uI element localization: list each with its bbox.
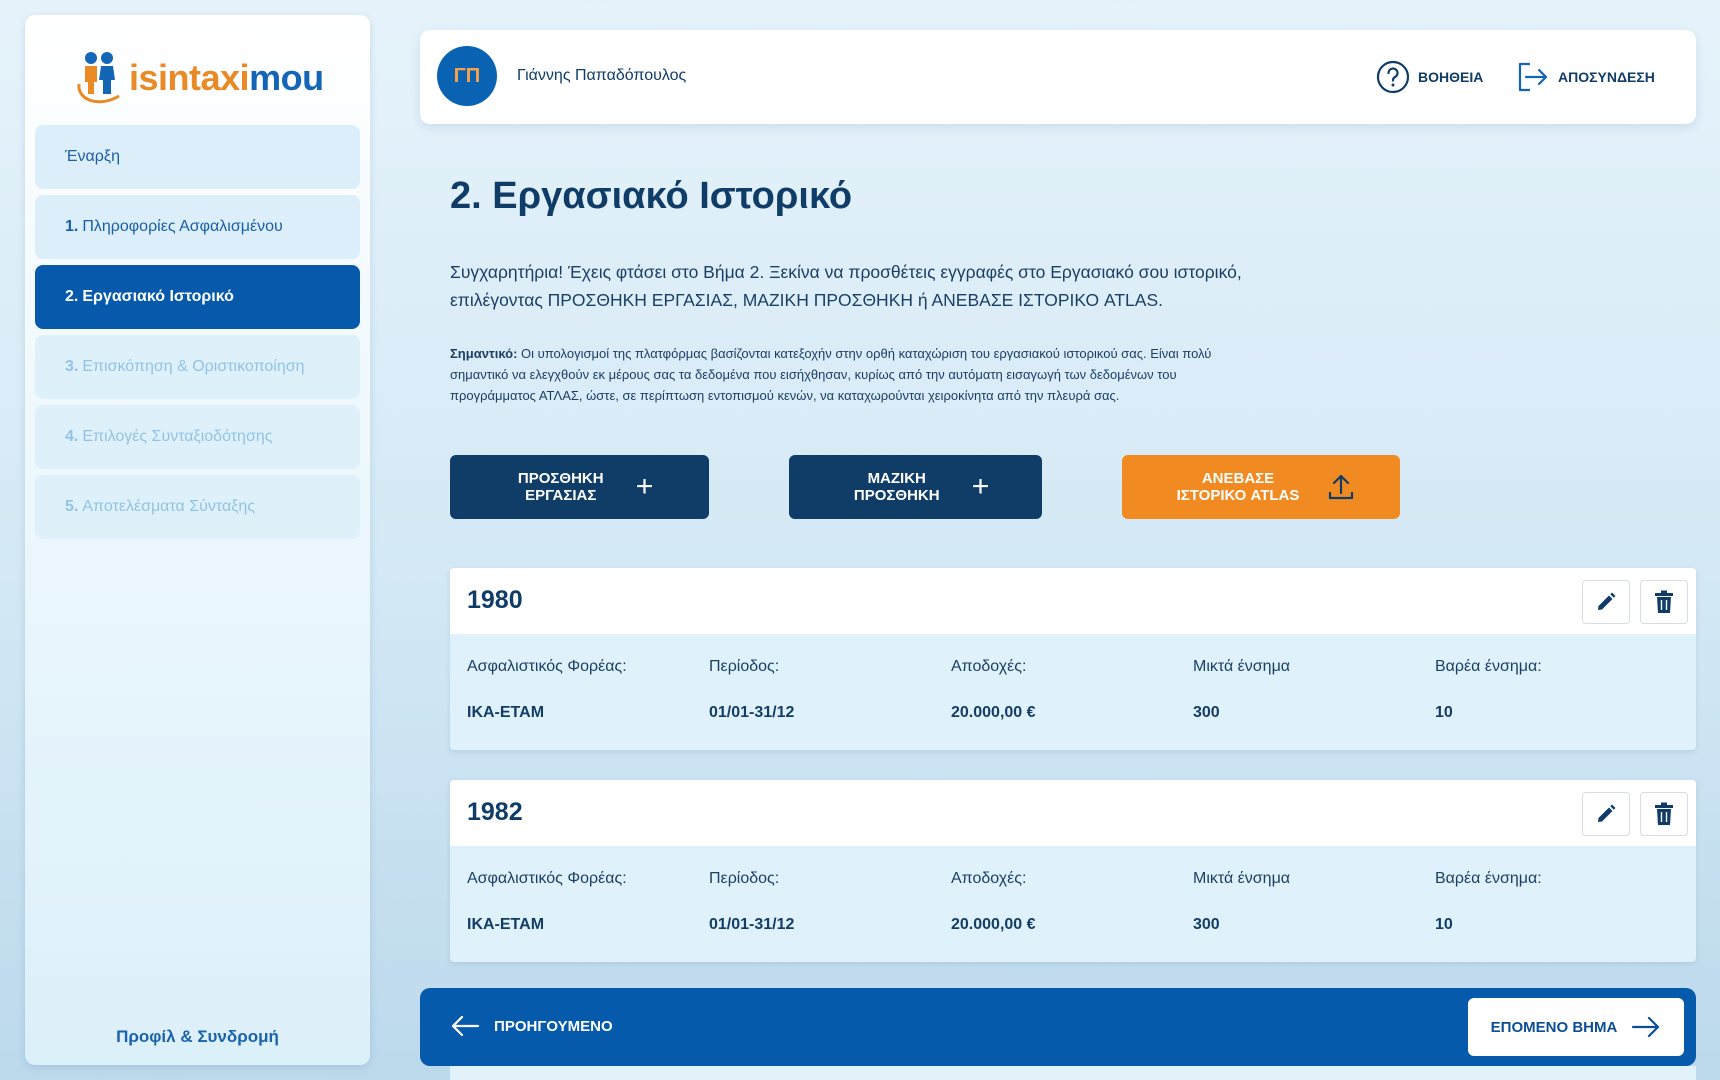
edit-record-button[interactable] <box>1582 580 1630 624</box>
bulk-add-label: ΜΑΖΙΚΗ ΠΡΟΣΘΗΚΗ <box>853 470 940 504</box>
sidebar-item-label: Εργασιακό Ιστορικό <box>82 288 234 305</box>
work-record-card: 1982 Ασφαλιστικός Φορέας: Περίοδος: Αποδ… <box>450 780 1696 962</box>
sidebar-item-work-history[interactable]: 2. Εργασιακό Ιστορικό <box>35 265 360 329</box>
logo[interactable]: isintaximou <box>75 43 335 113</box>
sidebar-item-label: Έναρξη <box>65 148 120 165</box>
sidebar-item-label: Επιλογές Συνταξιοδότησης <box>82 428 273 445</box>
record-year: 1982 <box>467 798 523 826</box>
add-work-button[interactable]: ΠΡΟΣΘΗΚΗ ΕΡΓΑΣΙΑΣ + <box>450 455 709 519</box>
plus-icon: + <box>971 470 990 503</box>
edit-record-button[interactable] <box>1582 792 1630 836</box>
add-work-label: ΠΡΟΣΘΗΚΗ ΕΡΓΑΣΙΑΣ <box>517 470 604 504</box>
logo-text-a: isintaxi <box>129 57 250 98</box>
mixed-stamps-value: 300 <box>1193 916 1220 933</box>
arrow-left-icon <box>451 1015 480 1037</box>
help-label: ΒΟΗΘΕΙΑ <box>1418 69 1484 85</box>
earnings-label: Αποδοχές: <box>951 658 1027 675</box>
previous-label: ΠΡΟΗΓΟΥΜΕΝΟ <box>494 1017 613 1035</box>
sidebar-item-pension-results[interactable]: 5. Αποτελέσματα Σύνταξης <box>35 475 360 539</box>
earnings-value: 20.000,00 € <box>951 916 1036 933</box>
avatar[interactable]: ΓΠ <box>437 46 497 106</box>
sidebar: isintaximou Έναρξη 1. Πληροφορίες Ασφαλι… <box>25 15 370 1065</box>
upload-atlas-button[interactable]: ΑΝΕΒΑΣΕ ΙΣΤΟΡΙΚΟ ATLAS <box>1122 455 1400 519</box>
bottom-nav-bar: ΠΡΟΗΓΟΥΜΕΝΟ ΕΠΟΜΕΝΟ ΒΗΜΑ <box>420 988 1696 1066</box>
delete-record-button[interactable] <box>1640 580 1688 624</box>
heavy-stamps-label: Βαρέα ένσημα: <box>1435 658 1542 675</box>
logo-text-b: mou <box>249 57 324 98</box>
sidebar-item-insured-info[interactable]: 1. Πληροφορίες Ασφαλισμένου <box>35 195 360 259</box>
sidebar-item-label: Πληροφορίες Ασφαλισμένου <box>82 218 283 235</box>
logout-button[interactable]: ΑΠΟΣΥΝΔΕΣΗ <box>1516 60 1655 94</box>
intro-text: Συγχαρητήρια! Έχεις φτάσει στο Βήμα 2. Ξ… <box>450 262 1242 310</box>
profile-subscription-link[interactable]: Προφίλ & Συνδρομή <box>25 1027 370 1047</box>
heavy-stamps-value: 10 <box>1435 704 1453 721</box>
record-header: 1982 <box>450 780 1696 846</box>
next-step-button[interactable]: ΕΠΟΜΕΝΟ ΒΗΜΑ <box>1468 998 1684 1056</box>
fund-label: Ασφαλιστικός Φορέας: <box>467 870 627 887</box>
mixed-stamps-label: Μικτά ένσημα <box>1193 870 1291 887</box>
plus-icon: + <box>635 470 654 503</box>
record-header: 1980 <box>450 568 1696 634</box>
top-header: ΓΠ Γιάννης Παπαδόπουλος ΒΟΗΘΕΙΑ ΑΠΟΣΥΝΔΕ… <box>420 30 1696 124</box>
sidebar-item-label: Αποτελέσματα Σύνταξης <box>82 498 255 515</box>
mixed-stamps-value: 300 <box>1193 704 1220 721</box>
pencil-icon <box>1598 592 1616 610</box>
upload-atlas-label: ΑΝΕΒΑΣΕ ΙΣΤΟΡΙΚΟ ATLAS <box>1176 470 1300 504</box>
page-title: 2. Εργασιακό Ιστορικό <box>450 175 853 217</box>
next-label: ΕΠΟΜΕΝΟ ΒΗΜΑ <box>1490 1018 1618 1036</box>
fund-value: ΙΚΑ-ΕΤΑΜ <box>467 916 545 933</box>
family-logo-icon <box>77 52 120 104</box>
earnings-value: 20.000,00 € <box>951 704 1036 721</box>
heavy-stamps-value: 10 <box>1435 916 1453 933</box>
record-year: 1980 <box>467 586 523 614</box>
logo-text: isintaximou <box>129 57 324 99</box>
sidebar-item-number: 2. <box>65 288 79 305</box>
period-value: 01/01-31/12 <box>709 704 795 721</box>
earnings-label: Αποδοχές: <box>951 870 1027 887</box>
upload-icon <box>1328 474 1354 500</box>
mixed-stamps-label: Μικτά ένσημα <box>1193 658 1291 675</box>
previous-button[interactable]: ΠΡΟΗΓΟΥΜΕΝΟ <box>450 1014 613 1038</box>
sidebar-item-review[interactable]: 3. Επισκόπηση & Οριστικοποίηση <box>35 335 360 399</box>
logout-icon <box>1518 62 1548 92</box>
trash-icon <box>1655 802 1673 825</box>
sidebar-item-number: 3. <box>65 358 79 375</box>
trash-icon <box>1655 590 1673 613</box>
pencil-icon <box>1598 804 1616 822</box>
steps-nav: Έναρξη 1. Πληροφορίες Ασφαλισμένου 2. Ερ… <box>35 125 360 545</box>
delete-record-button[interactable] <box>1640 792 1688 836</box>
next-record-card-peek <box>450 1066 1696 1080</box>
arrow-right-icon <box>1632 1016 1660 1038</box>
user-name: Γιάννης Παπαδόπουλος <box>517 67 687 84</box>
note-label: Σημαντικό: <box>450 346 518 361</box>
logout-label: ΑΠΟΣΥΝΔΕΣΗ <box>1558 69 1655 85</box>
sidebar-item-label: Επισκόπηση & Οριστικοποίηση <box>82 358 305 375</box>
sidebar-item-number: 1. <box>65 218 79 235</box>
period-value: 01/01-31/12 <box>709 916 795 933</box>
fund-value: ΙΚΑ-ΕΤΑΜ <box>467 704 545 721</box>
bulk-add-button[interactable]: ΜΑΖΙΚΗ ΠΡΟΣΘΗΚΗ + <box>789 455 1042 519</box>
work-record-card: 1980 Ασφαλιστικός Φορέας: Περίοδος: Αποδ… <box>450 568 1696 750</box>
period-label: Περίοδος: <box>709 658 780 675</box>
note-text: Οι υπολογισμοί της πλατφόρμας βασίζονται… <box>450 346 1212 403</box>
important-note: Σημαντικό: Οι υπολογισμοί της πλατφόρμας… <box>450 343 1250 406</box>
period-label: Περίοδος: <box>709 870 780 887</box>
sidebar-item-number: 5. <box>65 498 79 515</box>
sidebar-item-number: 4. <box>65 428 79 445</box>
sidebar-item-start[interactable]: Έναρξη <box>35 125 360 189</box>
heavy-stamps-label: Βαρέα ένσημα: <box>1435 870 1542 887</box>
sidebar-item-retirement-options[interactable]: 4. Επιλογές Συνταξιοδότησης <box>35 405 360 469</box>
help-icon <box>1376 60 1410 94</box>
fund-label: Ασφαλιστικός Φορέας: <box>467 658 627 675</box>
help-button[interactable]: ΒΟΗΘΕΙΑ <box>1376 60 1483 94</box>
